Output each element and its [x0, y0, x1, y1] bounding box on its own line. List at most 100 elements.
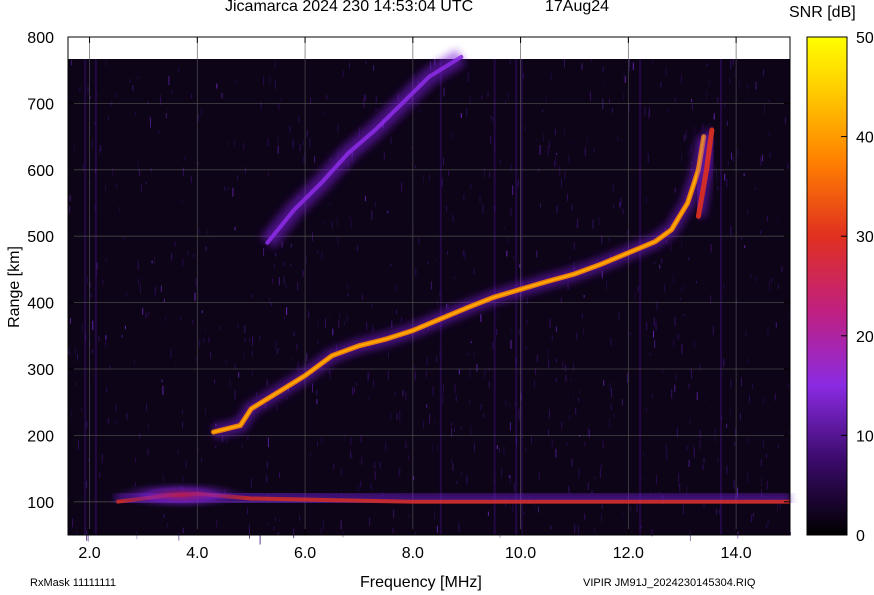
noise-speck [192, 320, 194, 324]
noise-speck [286, 397, 288, 400]
noise-speck [273, 263, 275, 270]
noise-speck [425, 370, 427, 378]
noise-speck [225, 358, 227, 365]
noise-speck [602, 441, 604, 449]
noise-speck [787, 163, 789, 170]
noise-speck [374, 201, 376, 208]
noise-speck [437, 299, 439, 307]
noise-speck [571, 458, 573, 467]
noise-speck [567, 283, 569, 290]
noise-speck [204, 329, 206, 332]
noise-speck [623, 73, 625, 76]
noise-speck [492, 341, 494, 350]
noise-speck [443, 157, 444, 166]
noise-speck [86, 481, 88, 489]
noise-speck [716, 168, 717, 178]
noise-speck [730, 379, 732, 388]
noise-speck [370, 483, 372, 490]
noise-speck [678, 472, 680, 483]
noise-speck [590, 91, 591, 102]
noise-speck [82, 324, 83, 332]
noise-speck [483, 413, 485, 418]
noise-speck [92, 320, 94, 330]
noise-speck [320, 528, 322, 535]
noise-speck [336, 217, 338, 226]
noise-speck [171, 252, 173, 261]
noise-speck [72, 518, 73, 528]
noise-speck [349, 62, 350, 69]
noise-speck [550, 73, 552, 81]
noise-speck [667, 242, 669, 246]
noise-speck [340, 520, 342, 530]
noise-speck [568, 154, 570, 163]
noise-speck [578, 397, 580, 402]
noise-speck [556, 205, 558, 214]
noise-speck [388, 351, 389, 359]
noise-speck [356, 382, 358, 386]
noise-speck [337, 236, 339, 247]
noise-speck [328, 369, 330, 374]
noise-speck [148, 424, 149, 430]
x-tick-label: 6.0 [294, 545, 316, 562]
noise-speck [586, 136, 588, 141]
noise-speck [432, 443, 434, 453]
noise-speck [776, 217, 778, 221]
noise-speck [278, 277, 280, 286]
noise-speck [694, 341, 696, 349]
noise-speck [577, 525, 579, 535]
noise-speck [561, 178, 562, 187]
noise-speck [612, 184, 614, 193]
x-tick-label: 14.0 [721, 545, 752, 562]
noise-speck [350, 450, 352, 458]
noise-speck [410, 146, 412, 150]
noise-speck [408, 454, 410, 461]
noise-speck [298, 116, 300, 122]
noise-speck [145, 312, 147, 319]
noise-speck [675, 374, 677, 382]
noise-speck [624, 75, 626, 83]
noise-speck [119, 206, 121, 212]
noise-speck [583, 328, 585, 336]
noise-speck [510, 208, 512, 216]
noise-speck [740, 413, 741, 420]
noise-speck [674, 97, 676, 103]
noise-speck [600, 513, 602, 522]
noise-speck [760, 157, 762, 166]
noise-speck [752, 384, 754, 390]
noise-speck [702, 464, 704, 470]
noise-speck [741, 236, 742, 240]
noise-speck [699, 430, 701, 439]
noise-speck [555, 155, 557, 165]
noise-speck [252, 336, 254, 346]
noise-speck [98, 336, 100, 341]
noise-speck [161, 379, 163, 383]
noise-speck [536, 250, 538, 258]
noise-speck [592, 219, 594, 229]
noise-speck [237, 175, 239, 181]
noise-speck [496, 445, 498, 449]
noise-speck [573, 362, 574, 372]
noise-speck [621, 399, 623, 406]
noise-speck [337, 124, 339, 134]
noise-speck [146, 403, 147, 411]
noise-speck [210, 352, 212, 359]
noise-speck [778, 444, 779, 448]
noise-speck [371, 304, 373, 308]
noise-speck [676, 428, 678, 438]
y-tick-label: 300 [27, 362, 54, 379]
noise-speck [243, 352, 245, 359]
noise-speck [509, 59, 511, 65]
colorbar-tick-label: 10 [856, 428, 874, 445]
noise-speck [689, 418, 691, 424]
noise-speck [194, 292, 196, 302]
noise-speck [518, 418, 520, 421]
noise-speck [594, 476, 596, 480]
noise-speck [234, 364, 236, 370]
noise-speck [467, 72, 469, 82]
noise-speck [755, 81, 757, 90]
noise-speck [764, 105, 765, 114]
noise-speck [216, 519, 218, 527]
noise-speck [731, 152, 732, 160]
noise-speck [171, 89, 173, 94]
noise-speck [620, 139, 622, 142]
